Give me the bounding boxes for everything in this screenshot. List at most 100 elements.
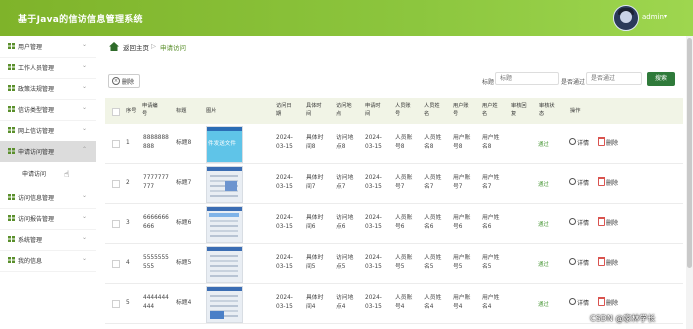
delete-button[interactable]: 删除 (606, 298, 618, 307)
sidebar-subitem-label: 申请访问 (22, 171, 47, 178)
top-header: 基于Java的信访信息管理系统 admin ▾ (0, 0, 693, 36)
header-title[interactable]: 标题 (176, 107, 186, 115)
row-image[interactable]: 件发送文件 (206, 126, 243, 163)
grid-icon (8, 148, 15, 154)
select-all-checkbox[interactable] (112, 108, 120, 116)
row-image[interactable] (206, 246, 243, 283)
row-checkbox[interactable] (112, 140, 120, 148)
search-button[interactable]: 搜索 (647, 72, 675, 86)
detail-button[interactable]: 详情 (577, 178, 589, 187)
header-review-reply[interactable]: 审核回复 (511, 102, 529, 118)
sidebar-item-policy-management[interactable]: 政策法规管理 ⌄ (0, 78, 96, 100)
status-badge: 通过 (538, 302, 549, 308)
sidebar-item-label: 工作人员管理 (18, 65, 55, 72)
header-staff-account[interactable]: 人员账号 (395, 102, 413, 118)
detail-icon (569, 218, 576, 225)
row-checkbox[interactable] (112, 220, 120, 228)
chevron-down-icon: ⌄ (82, 192, 88, 199)
grid-icon (8, 85, 15, 91)
sidebar-item-user-management[interactable]: 用户管理 ⌄ (0, 36, 96, 58)
sidebar-item-visit-application-management[interactable]: 申请访问管理 ⌃ (0, 141, 96, 163)
breadcrumb-home[interactable]: 返回主页 (123, 42, 149, 52)
header-image[interactable]: 图片 (206, 107, 216, 115)
sidebar: 用户管理 ⌄ 工作人员管理 ⌄ 政策法规管理 ⌄ 信访类型管理 ⌄ 网上信访管理… (0, 36, 97, 329)
detail-icon (569, 298, 576, 305)
approved-select[interactable] (586, 72, 642, 85)
detail-button[interactable]: 详情 (577, 258, 589, 267)
trash-icon (598, 257, 605, 266)
grid-icon (8, 64, 15, 70)
detail-icon (569, 258, 576, 265)
sidebar-item-label: 申请访问管理 (18, 149, 55, 156)
sidebar-item-visit-report-management[interactable]: 访问报告管理 ⌄ (0, 208, 96, 230)
header-visit-date[interactable]: 访问日期 (276, 102, 294, 118)
trash-icon (598, 177, 605, 186)
status-badge: 通过 (538, 182, 549, 188)
delete-button[interactable]: 删除 (606, 218, 618, 227)
sidebar-item-visit-info-management[interactable]: 访问信息管理 ⌄ (0, 187, 96, 209)
main-content: 返回主页 ▷ 申请访问 × 删除 标题 是否通过 搜索 序号 申请编号 标题 图… (96, 36, 686, 329)
filter-title-label: 标题 (482, 79, 495, 86)
grid-icon (8, 43, 15, 49)
header-apply-time[interactable]: 申请时间 (365, 102, 383, 118)
breadcrumb-current: 申请访问 (160, 44, 186, 52)
header-place[interactable]: 访问地点 (336, 102, 354, 118)
close-circle-icon: × (112, 77, 120, 85)
row-image[interactable] (206, 206, 243, 243)
delete-button[interactable]: 删除 (606, 178, 618, 187)
chevron-down-icon: ⌄ (82, 125, 88, 132)
header-staff-name[interactable]: 人员姓名 (424, 102, 442, 118)
delete-button[interactable]: 删除 (606, 138, 618, 147)
status-badge: 通过 (538, 262, 549, 268)
sidebar-item-my-info[interactable]: 我的信息 ⌄ (0, 250, 96, 272)
chevron-down-icon[interactable]: ▾ (664, 13, 667, 20)
sidebar-item-online-petition-management[interactable]: 网上信访管理 ⌄ (0, 120, 96, 142)
sidebar-item-label: 访问信息管理 (18, 195, 55, 202)
sidebar-item-petition-type-management[interactable]: 信访类型管理 ⌄ (0, 99, 96, 121)
table-row: 3 6666666666 标题6 2024-03-15 具体时间6 访问地点6 … (105, 204, 683, 244)
chevron-down-icon: ⌄ (82, 41, 88, 48)
header-user-account[interactable]: 用户账号 (453, 102, 471, 118)
table-row: 2 7777777777 标题7 2024-03-15 具体时间7 访问地点7 … (105, 164, 683, 204)
detail-button[interactable]: 详情 (577, 298, 589, 307)
admin-username[interactable]: admin (642, 13, 664, 21)
row-checkbox[interactable] (112, 300, 120, 308)
sidebar-item-label: 政策法规管理 (18, 86, 55, 93)
status-badge: 通过 (538, 142, 549, 148)
sidebar-item-label: 系统管理 (18, 237, 43, 244)
chevron-down-icon: ⌄ (82, 83, 88, 90)
row-image[interactable] (206, 286, 243, 323)
hand-cursor-icon: ☝ (64, 170, 70, 180)
header-review-status[interactable]: 审核状态 (539, 102, 557, 118)
chevron-down-icon: ⌄ (82, 62, 88, 69)
sidebar-item-staff-management[interactable]: 工作人员管理 ⌄ (0, 57, 96, 79)
detail-button[interactable]: 详情 (577, 138, 589, 147)
header-code[interactable]: 申请编号 (142, 102, 162, 118)
status-badge: 通过 (538, 222, 549, 228)
trash-icon (598, 137, 605, 146)
chevron-down-icon: ⌄ (82, 213, 88, 220)
header-user-name[interactable]: 用户姓名 (482, 102, 500, 118)
filter-approved-label: 是否通过 (561, 79, 586, 86)
chevron-down-icon: ⌄ (82, 234, 88, 241)
avatar[interactable] (613, 5, 639, 31)
title-search-input[interactable] (495, 72, 559, 85)
sidebar-item-label: 访问报告管理 (18, 216, 55, 223)
row-checkbox[interactable] (112, 180, 120, 188)
sidebar-subitem-visit-application[interactable]: 申请访问 (0, 162, 96, 184)
detail-button[interactable]: 详情 (577, 218, 589, 227)
grid-icon (8, 106, 15, 112)
row-checkbox[interactable] (112, 260, 120, 268)
trash-icon (598, 217, 605, 226)
row-image[interactable] (206, 166, 243, 203)
table-row: 4 5555555555 标题5 2024-03-15 具体时间5 访问地点5 … (105, 244, 683, 284)
sidebar-item-label: 信访类型管理 (18, 107, 55, 114)
vertical-scrollbar[interactable] (686, 36, 693, 329)
delete-button[interactable]: 删除 (606, 258, 618, 267)
header-time[interactable]: 具体时间 (306, 102, 324, 118)
chevron-up-icon: ⌃ (82, 146, 88, 153)
home-icon[interactable] (109, 42, 119, 51)
grid-icon (8, 215, 15, 221)
batch-delete-button[interactable]: × 删除 (108, 74, 140, 88)
sidebar-item-system-management[interactable]: 系统管理 ⌄ (0, 229, 96, 251)
